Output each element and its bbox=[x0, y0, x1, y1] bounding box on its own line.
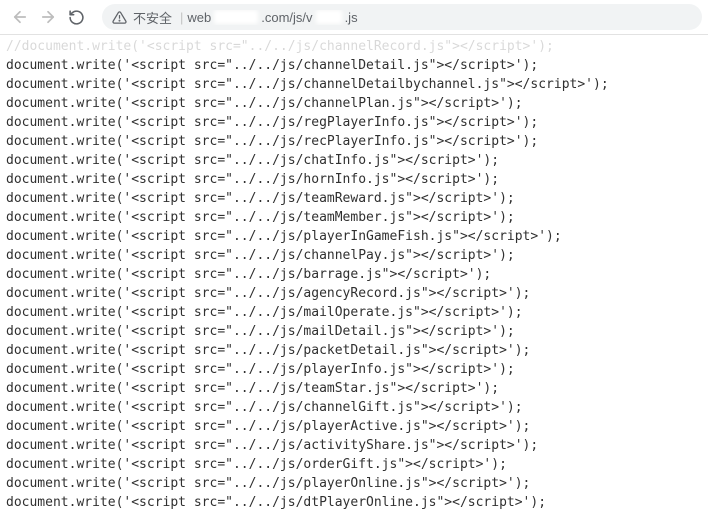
reload-icon bbox=[68, 9, 85, 26]
redacted-segment bbox=[316, 10, 342, 24]
browser-toolbar: 不安全 | web .com/js/v .js bbox=[0, 0, 708, 35]
code-line: //document.write('<script src="../../js/… bbox=[6, 37, 702, 56]
code-line: document.write('<script src="../../js/ch… bbox=[6, 151, 702, 170]
arrow-right-icon bbox=[39, 8, 57, 26]
code-line: document.write('<script src="../../js/te… bbox=[6, 208, 702, 227]
reload-button[interactable] bbox=[62, 3, 90, 31]
code-line: document.write('<script src="../../js/re… bbox=[6, 113, 702, 132]
code-line: document.write('<script src="../../js/ch… bbox=[6, 94, 702, 113]
code-line: document.write('<script src="../../js/dt… bbox=[6, 493, 702, 512]
code-line: document.write('<script src="../../js/ch… bbox=[6, 398, 702, 417]
code-line: document.write('<script src="../../js/ho… bbox=[6, 170, 702, 189]
security-label: 不安全 bbox=[133, 8, 172, 27]
code-line: document.write('<script src="../../js/pl… bbox=[6, 417, 702, 436]
code-line: document.write('<script src="../../js/ch… bbox=[6, 56, 702, 75]
code-line: document.write('<script src="../../js/pl… bbox=[6, 474, 702, 493]
url-part: web bbox=[187, 10, 211, 25]
url-part: .com/js/v bbox=[261, 10, 312, 25]
forward-button[interactable] bbox=[34, 3, 62, 31]
url-text: web .com/js/v .js bbox=[187, 10, 357, 25]
code-line: document.write('<script src="../../js/te… bbox=[6, 189, 702, 208]
code-line: document.write('<script src="../../js/ag… bbox=[6, 284, 702, 303]
back-button[interactable] bbox=[6, 3, 34, 31]
code-line: document.write('<script src="../../js/ac… bbox=[6, 436, 702, 455]
redacted-segment bbox=[214, 10, 258, 24]
code-line: document.write('<script src="../../js/pa… bbox=[6, 341, 702, 360]
code-line: document.write('<script src="../../js/ma… bbox=[6, 322, 702, 341]
address-bar[interactable]: 不安全 | web .com/js/v .js bbox=[102, 4, 702, 30]
code-line: document.write('<script src="../../js/ch… bbox=[6, 75, 702, 94]
separator: | bbox=[180, 10, 183, 25]
warning-icon bbox=[112, 10, 127, 25]
code-line: document.write('<script src="../../js/ba… bbox=[6, 265, 702, 284]
url-part: .js bbox=[345, 10, 358, 25]
code-line: document.write('<script src="../../js/te… bbox=[6, 379, 702, 398]
code-line: document.write('<script src="../../js/or… bbox=[6, 455, 702, 474]
source-code-view: //document.write('<script src="../../js/… bbox=[0, 35, 708, 520]
code-line: document.write('<script src="../../js/ch… bbox=[6, 246, 702, 265]
code-line: document.write('<script src="../../js/pl… bbox=[6, 227, 702, 246]
code-line: document.write('<script src="../../js/pl… bbox=[6, 360, 702, 379]
arrow-left-icon bbox=[11, 8, 29, 26]
code-line: document.write('<script src="../../js/re… bbox=[6, 132, 702, 151]
code-line: document.write('<script src="../../js/ma… bbox=[6, 303, 702, 322]
